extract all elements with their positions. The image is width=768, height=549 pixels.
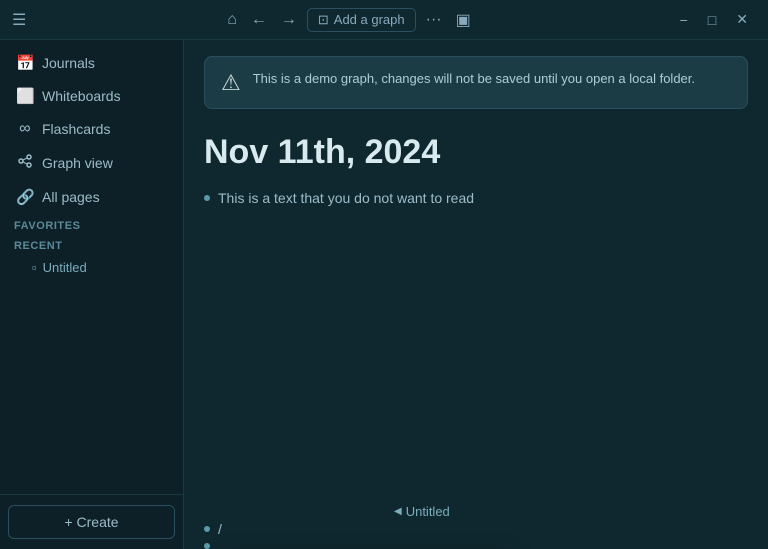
home-icon: ⌂ [227, 11, 237, 28]
titlebar-center: ⌂ ← → ⊡ Add a graph ··· ▣ [223, 6, 475, 34]
create-button[interactable]: + Create [8, 505, 175, 539]
graph-view-icon [16, 153, 34, 173]
page-title: Nov 11th, 2024 [204, 133, 748, 172]
slash-input-row: / [204, 521, 748, 537]
all-pages-icon: 🔗 [16, 188, 34, 206]
bullet-text: This is a text that you do not want to r… [218, 190, 474, 206]
graph-icon: ⊡ [318, 12, 329, 28]
sidebar-item-flashcards[interactable]: ∞ Flashcards [4, 113, 179, 145]
untitled-collapse-label: Untitled [406, 504, 450, 519]
sidebar-item-label: All pages [42, 189, 100, 205]
sidebar-item-whiteboards[interactable]: ⬜ Whiteboards [4, 80, 179, 112]
warning-text: This is a demo graph, changes will not b… [253, 69, 695, 89]
panel-icon: ▣ [456, 12, 471, 29]
home-button[interactable]: ⌂ [223, 7, 241, 33]
sidebar-nav: 📅 Journals ⬜ Whiteboards ∞ Flashcards [0, 40, 183, 494]
whiteboards-icon: ⬜ [16, 87, 34, 105]
forward-button[interactable]: → [277, 7, 301, 33]
untitled-expand-row[interactable]: ◀ Untitled [394, 504, 450, 519]
forward-icon: → [281, 11, 297, 28]
panel-button[interactable]: ▣ [452, 6, 475, 34]
titlebar: ☰ ⌂ ← → ⊡ Add a graph ··· ▣ − □ ✕ [0, 0, 768, 40]
sidebar-item-all-pages[interactable]: 🔗 All pages [4, 181, 179, 213]
more-button[interactable]: ··· [422, 7, 446, 33]
add-graph-button[interactable]: ⊡ Add a graph [307, 8, 416, 32]
journals-icon: 📅 [16, 54, 34, 72]
expand-icon: ◀ [394, 506, 402, 517]
sidebar-item-graph-view[interactable]: Graph view [4, 146, 179, 180]
sidebar-item-label: Flashcards [42, 121, 110, 137]
sidebar-item-label: Graph view [42, 155, 113, 171]
recent-section: RECENT [0, 234, 183, 254]
favorites-label: FAVORITES [14, 220, 80, 232]
sidebar-item-label: Whiteboards [42, 88, 121, 104]
sidebar: 📅 Journals ⬜ Whiteboards ∞ Flashcards [0, 40, 184, 549]
add-graph-label: Add a graph [334, 12, 405, 27]
sidebar-footer: + Create [0, 494, 183, 549]
untitled-icon: ▫ [32, 260, 37, 275]
warning-icon: ⚠ [221, 70, 241, 96]
maximize-button[interactable]: □ [700, 9, 724, 31]
recent-label: RECENT [14, 240, 63, 252]
titlebar-right: − □ ✕ [672, 8, 756, 31]
back-icon: ← [251, 11, 267, 28]
sidebar-item-label: Untitled [43, 260, 87, 275]
minimize-button[interactable]: − [672, 9, 696, 31]
hamburger-icon[interactable]: ☰ [12, 10, 26, 30]
app-body: 📅 Journals ⬜ Whiteboards ∞ Flashcards [0, 40, 768, 549]
close-button[interactable]: ✕ [728, 8, 756, 31]
favorites-section: FAVORITES [0, 214, 183, 234]
editor-area: Nov 11th, 2024 This is a text that you d… [184, 117, 768, 521]
main-content: ⚠ This is a demo graph, changes will not… [184, 40, 768, 549]
sidebar-item-label: Journals [42, 55, 95, 71]
slash-area: / TIME & DATE Tomorrow Yesterday Today C… [184, 521, 768, 549]
page-content: This is a text that you do not want to r… [204, 190, 748, 206]
sidebar-item-untitled[interactable]: ▫ Untitled [4, 255, 179, 280]
warning-banner: ⚠ This is a demo graph, changes will not… [204, 56, 748, 109]
flashcards-icon: ∞ [16, 120, 34, 138]
more-icon: ··· [426, 11, 442, 28]
bullet-item: This is a text that you do not want to r… [204, 190, 748, 206]
back-button[interactable]: ← [247, 7, 271, 33]
slash-text: / [218, 521, 222, 537]
bullet-dot [204, 195, 210, 201]
titlebar-left: ☰ [12, 10, 26, 30]
slash-bullet-dot [204, 526, 210, 532]
second-bullet-dot [204, 543, 210, 549]
sidebar-item-journals[interactable]: 📅 Journals [4, 47, 179, 79]
